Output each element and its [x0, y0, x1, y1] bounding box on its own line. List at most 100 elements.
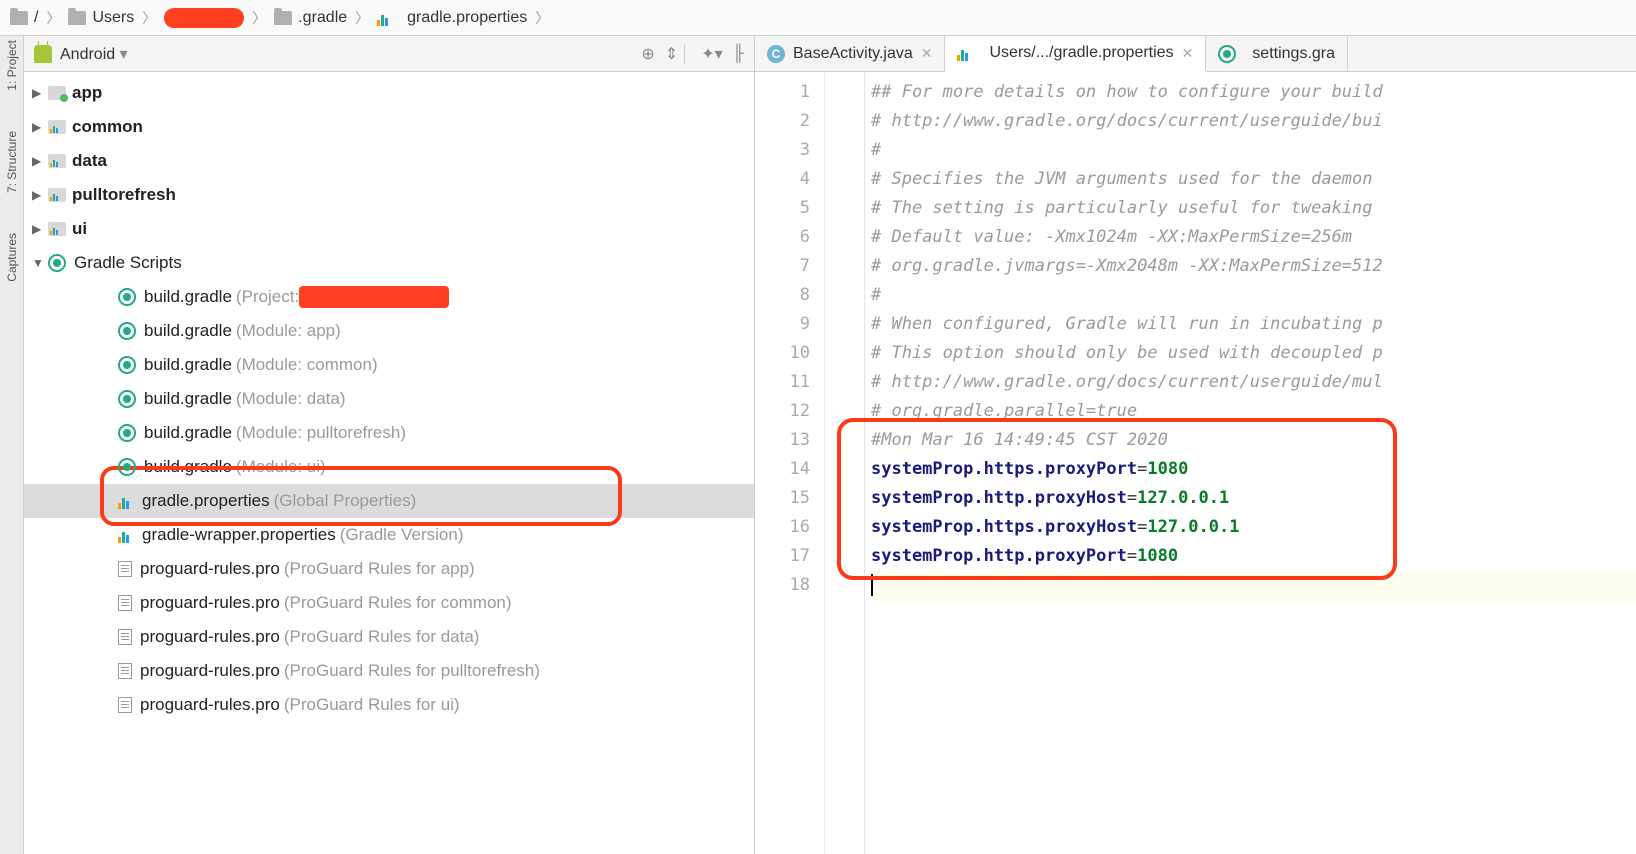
- tree-desc: (Global Properties): [274, 491, 417, 511]
- tree-label: proguard-rules.pro: [140, 695, 280, 715]
- breadcrumb-item-gradle[interactable]: .gradle: [270, 9, 351, 27]
- expand-arrow-icon[interactable]: ▶: [32, 120, 48, 134]
- tree-label: data: [72, 151, 107, 171]
- tree-desc: (Module: ui): [236, 457, 326, 477]
- tree-desc: (Module: pulltorefresh): [236, 423, 406, 443]
- properties-icon: [118, 527, 134, 543]
- code-area[interactable]: ## For more details on how to configure …: [865, 72, 1636, 854]
- code-line: #: [871, 281, 1636, 310]
- breadcrumb-item-root[interactable]: /: [6, 9, 42, 27]
- tree-label: build.gradle: [144, 389, 232, 409]
- line-number: 1: [755, 78, 810, 107]
- code-line: # When configured, Gradle will run in in…: [871, 310, 1636, 339]
- properties-icon: [957, 45, 973, 61]
- editor-tab[interactable]: settings.gra: [1206, 36, 1348, 71]
- tree-desc: (ProGuard Rules for ui): [284, 695, 460, 715]
- line-number: 4: [755, 165, 810, 194]
- hide-icon[interactable]: ╟: [733, 45, 744, 63]
- expand-arrow-icon[interactable]: ▶: [32, 86, 48, 100]
- close-icon[interactable]: ✕: [921, 45, 933, 62]
- gradle-icon: [118, 390, 136, 408]
- editor-tab[interactable]: Users/.../gradle.properties✕: [945, 36, 1206, 72]
- expand-arrow-icon[interactable]: ▼: [32, 256, 48, 270]
- gradle-icon: [118, 322, 136, 340]
- tree-node[interactable]: ▶ data: [24, 144, 754, 178]
- code-line: # org.gradle.parallel=true: [871, 397, 1636, 426]
- code-line: # Specifies the JVM arguments used for t…: [871, 165, 1636, 194]
- android-icon: [34, 45, 52, 63]
- chevron-right-icon: 〉: [535, 8, 549, 28]
- sidetab-captures[interactable]: Captures: [5, 233, 19, 282]
- chevron-right-icon: 〉: [142, 8, 156, 28]
- line-number: 8: [755, 281, 810, 310]
- editor-tab[interactable]: CBaseActivity.java✕: [755, 36, 945, 71]
- tree-node[interactable]: build.gradle (Module: pulltorefresh): [24, 416, 754, 450]
- breadcrumb-item-file[interactable]: gradle.properties: [373, 9, 531, 27]
- tree-node[interactable]: build.gradle (Module: common): [24, 348, 754, 382]
- module-icon: [48, 86, 66, 100]
- tree-node[interactable]: build.gradle (Module: app): [24, 314, 754, 348]
- code-line: # This option should only be used with d…: [871, 339, 1636, 368]
- tree-node[interactable]: proguard-rules.pro (ProGuard Rules for d…: [24, 620, 754, 654]
- editor-tabs: CBaseActivity.java✕Users/.../gradle.prop…: [755, 36, 1636, 72]
- tree-node[interactable]: ▶common: [24, 110, 754, 144]
- line-number: 11: [755, 368, 810, 397]
- gradle-icon: [118, 288, 136, 306]
- tree-node[interactable]: proguard-rules.pro (ProGuard Rules for c…: [24, 586, 754, 620]
- tree-node[interactable]: proguard-rules.pro (ProGuard Rules for p…: [24, 654, 754, 688]
- module-icon: [48, 188, 66, 202]
- line-number: 6: [755, 223, 810, 252]
- tree-node[interactable]: ▼Gradle Scripts: [24, 246, 754, 280]
- class-icon: C: [767, 45, 785, 63]
- code-line: ## For more details on how to configure …: [871, 78, 1636, 107]
- tree-label: proguard-rules.pro: [140, 627, 280, 647]
- tree-node[interactable]: gradle-wrapper.properties (Gradle Versio…: [24, 518, 754, 552]
- project-view-selector[interactable]: Android ▾: [60, 44, 631, 64]
- breadcrumb: / 〉 Users 〉 〉 .gradle 〉 gradle.propertie…: [0, 0, 1636, 36]
- editor-margin: [825, 72, 865, 854]
- line-number: 12: [755, 397, 810, 426]
- tree-node[interactable]: build.gradle (Module: ui): [24, 450, 754, 484]
- tree-node[interactable]: proguard-rules.pro (ProGuard Rules for u…: [24, 688, 754, 722]
- file-icon: [118, 629, 132, 645]
- expand-arrow-icon[interactable]: ▶: [32, 154, 48, 168]
- breadcrumb-item-redacted[interactable]: [160, 8, 248, 28]
- tree-node[interactable]: proguard-rules.pro (ProGuard Rules for a…: [24, 552, 754, 586]
- code-line: systemProp.https.proxyHost=127.0.0.1: [871, 513, 1636, 542]
- breadcrumb-label: Users: [92, 9, 134, 27]
- folder-icon: [274, 11, 292, 25]
- collapse-icon[interactable]: ⇕: [665, 44, 678, 64]
- tree-node[interactable]: ▶app: [24, 76, 754, 110]
- line-number: 18: [755, 571, 810, 600]
- gear-icon[interactable]: ✦▾: [701, 44, 722, 64]
- tree-desc: (Module: common): [236, 355, 378, 375]
- sidetab-project[interactable]: 1: Project: [5, 40, 19, 91]
- code-line: # Default value: -Xmx1024m -XX:MaxPermSi…: [871, 223, 1636, 252]
- chevron-right-icon: 〉: [252, 8, 266, 28]
- code-editor[interactable]: 123456789101112131415161718 ## For more …: [755, 72, 1636, 854]
- tree-node[interactable]: build.gradle (Project:: [24, 280, 754, 314]
- close-icon[interactable]: ✕: [1182, 45, 1194, 62]
- tree-desc: (Module: data): [236, 389, 346, 409]
- tree-label: build.gradle: [144, 287, 232, 307]
- line-number: 3: [755, 136, 810, 165]
- tree-node[interactable]: ▶pulltorefresh: [24, 178, 754, 212]
- breadcrumb-label: .gradle: [298, 9, 347, 27]
- tree-node[interactable]: gradle.properties (Global Properties): [24, 484, 754, 518]
- line-number: 2: [755, 107, 810, 136]
- target-icon[interactable]: ⊕: [641, 44, 654, 64]
- chevron-right-icon: 〉: [355, 8, 369, 28]
- tree-node[interactable]: build.gradle (Module: data): [24, 382, 754, 416]
- breadcrumb-label: gradle.properties: [407, 9, 527, 27]
- sidetab-structure[interactable]: 7: Structure: [5, 131, 19, 193]
- project-tree[interactable]: ▶app▶common▶data▶pulltorefresh▶ui▼Gradle…: [24, 72, 754, 854]
- breadcrumb-item-users[interactable]: Users: [64, 9, 138, 27]
- line-number: 5: [755, 194, 810, 223]
- line-number: 10: [755, 339, 810, 368]
- gradle-icon: [1218, 45, 1236, 63]
- tree-label: proguard-rules.pro: [140, 559, 280, 579]
- expand-arrow-icon[interactable]: ▶: [32, 188, 48, 202]
- tree-node[interactable]: ▶ui: [24, 212, 754, 246]
- gradle-icon: [118, 424, 136, 442]
- expand-arrow-icon[interactable]: ▶: [32, 222, 48, 236]
